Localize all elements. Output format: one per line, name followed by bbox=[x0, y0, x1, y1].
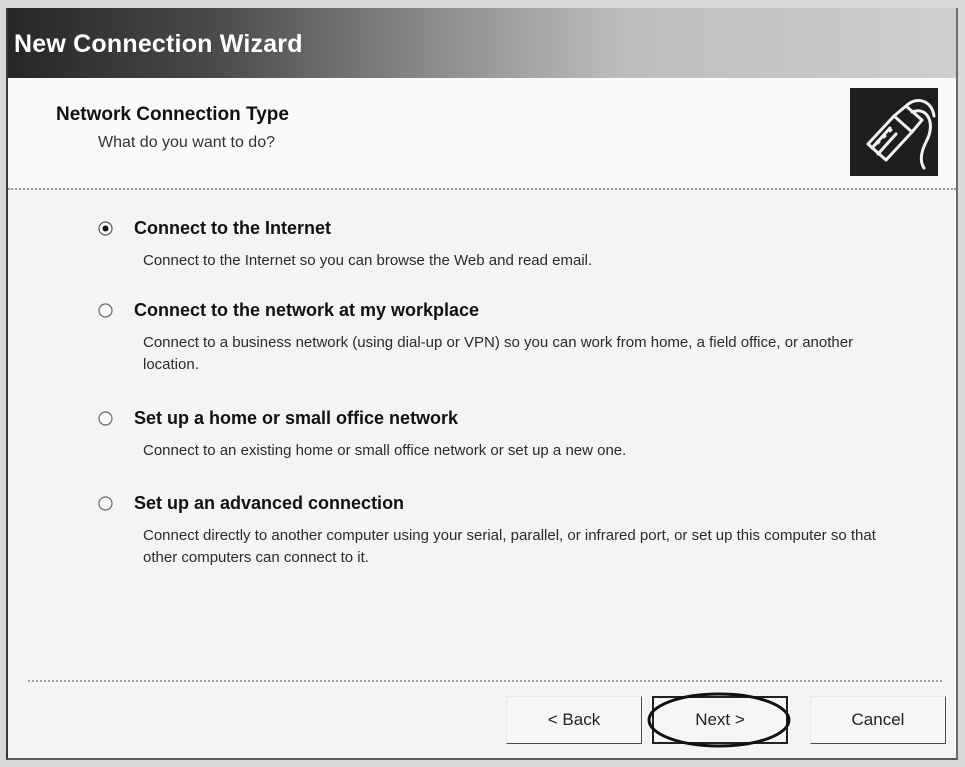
radio-button[interactable] bbox=[98, 496, 113, 511]
title-bar[interactable]: New Connection Wizard bbox=[8, 8, 956, 78]
page-title: Network Connection Type bbox=[56, 104, 289, 125]
option-description: Connect to an existing home or small off… bbox=[143, 442, 627, 459]
option-label[interactable]: Set up a home or small office network bbox=[134, 408, 458, 429]
option-label[interactable]: Set up an advanced connection bbox=[134, 493, 404, 514]
option-label[interactable]: Connect to the Internet bbox=[134, 218, 331, 239]
wizard-window: New Connection Wizard Network Connection… bbox=[6, 8, 958, 760]
cancel-button[interactable]: Cancel bbox=[810, 696, 946, 744]
window-title: New Connection Wizard bbox=[14, 30, 303, 58]
radio-button-selected[interactable] bbox=[98, 221, 113, 236]
option-description: Connect directly to another computer usi… bbox=[143, 527, 876, 566]
option-description: Connect to a business network (using dia… bbox=[143, 334, 854, 373]
option-description: Connect to the Internet so you can brows… bbox=[143, 252, 593, 269]
back-button[interactable]: < Back bbox=[506, 696, 642, 744]
header-divider bbox=[8, 188, 956, 190]
next-button[interactable]: Next > bbox=[652, 696, 788, 744]
option-label[interactable]: Connect to the network at my workplace bbox=[134, 300, 479, 321]
radio-button[interactable] bbox=[98, 411, 113, 426]
page-subtitle: What do you want to do? bbox=[98, 134, 275, 151]
wizard-header: Network Connection Type What do you want… bbox=[8, 78, 956, 188]
footer-divider bbox=[28, 680, 942, 682]
radio-button[interactable] bbox=[98, 303, 113, 318]
network-cable-icon bbox=[850, 88, 938, 176]
